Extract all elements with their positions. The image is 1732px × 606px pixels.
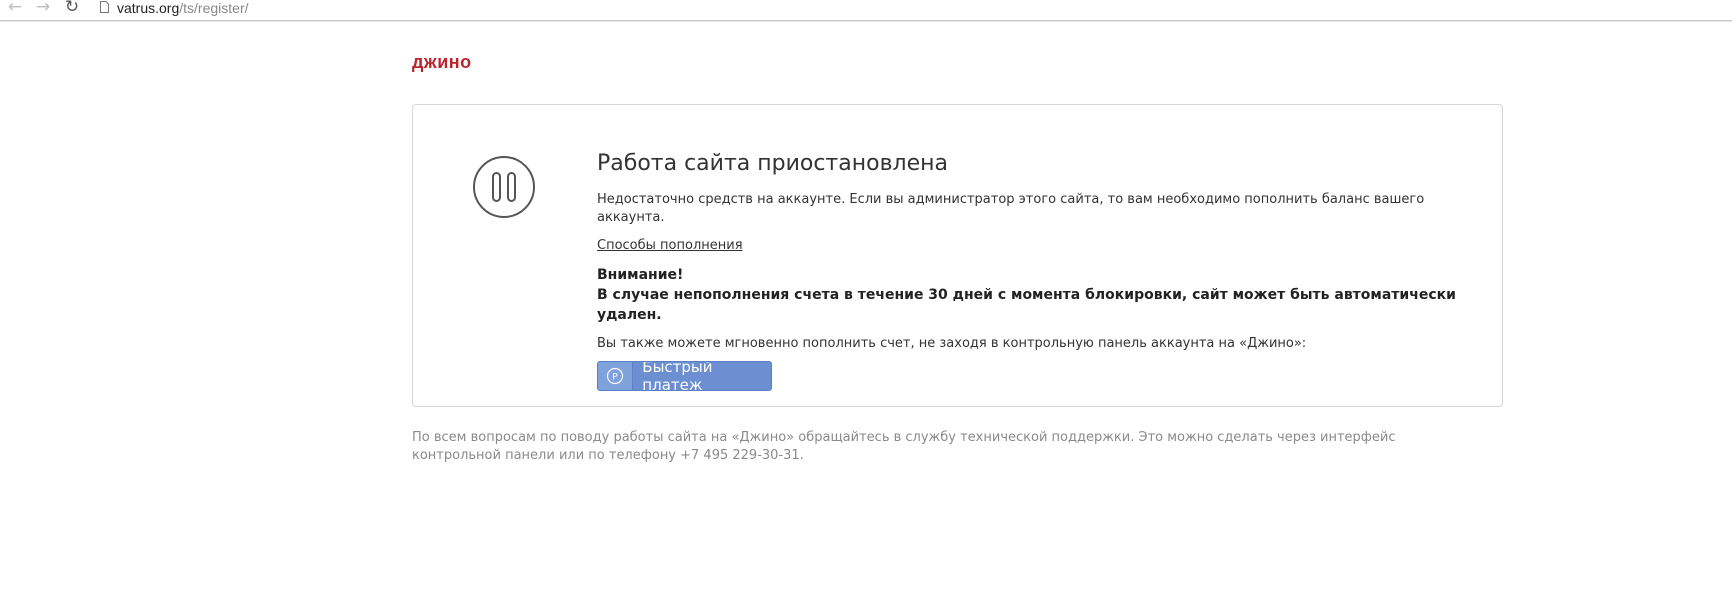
support-note: По всем вопросам по поводу работы сайта … (412, 430, 1396, 463)
quick-pay-label: Быстрый платеж (642, 361, 713, 391)
payment-methods-link[interactable]: Способы пополнения (597, 237, 743, 255)
suspension-card: Работа сайта приостановлена Недостаточно… (412, 104, 1503, 407)
arrow-right-icon[interactable]: → (33, 0, 53, 17)
pause-circle-icon (473, 156, 535, 218)
url-host: vatrus.org (117, 0, 180, 16)
logo[interactable]: джино (412, 52, 472, 73)
ruble-glyph: Р (612, 373, 618, 383)
pay-icon-wrap: Р (598, 362, 634, 390)
reload-icon[interactable]: ↻ (62, 0, 82, 17)
quick-pay-text: Вы также можете мгновенно пополнить счет… (597, 336, 1307, 351)
insufficient-funds-text: Недостаточно средств на аккаунте. Если в… (597, 192, 1425, 225)
warning-text: В случае непополнения счета в течение 30… (597, 287, 1456, 323)
warning-title: Внимание! (597, 267, 684, 283)
page-title: Работа сайта приостановлена (597, 151, 949, 176)
warning-block: Внимание! В случае непополнения счета в … (597, 265, 1477, 325)
page-icon (100, 1, 109, 13)
url-path: /ts/register/ (179, 0, 249, 16)
address-bar[interactable]: vatrus.org/ts/register/ (117, 0, 249, 16)
quick-pay-button[interactable]: Р Быстрый платеж (597, 361, 772, 391)
card-content: Работа сайта приостановлена Недостаточно… (597, 149, 1477, 391)
browser-toolbar: ← → ↻ vatrus.org/ts/register/ (0, 0, 1732, 21)
ruble-circle-icon: Р (607, 367, 624, 385)
arrow-left-icon[interactable]: ← (5, 0, 25, 17)
